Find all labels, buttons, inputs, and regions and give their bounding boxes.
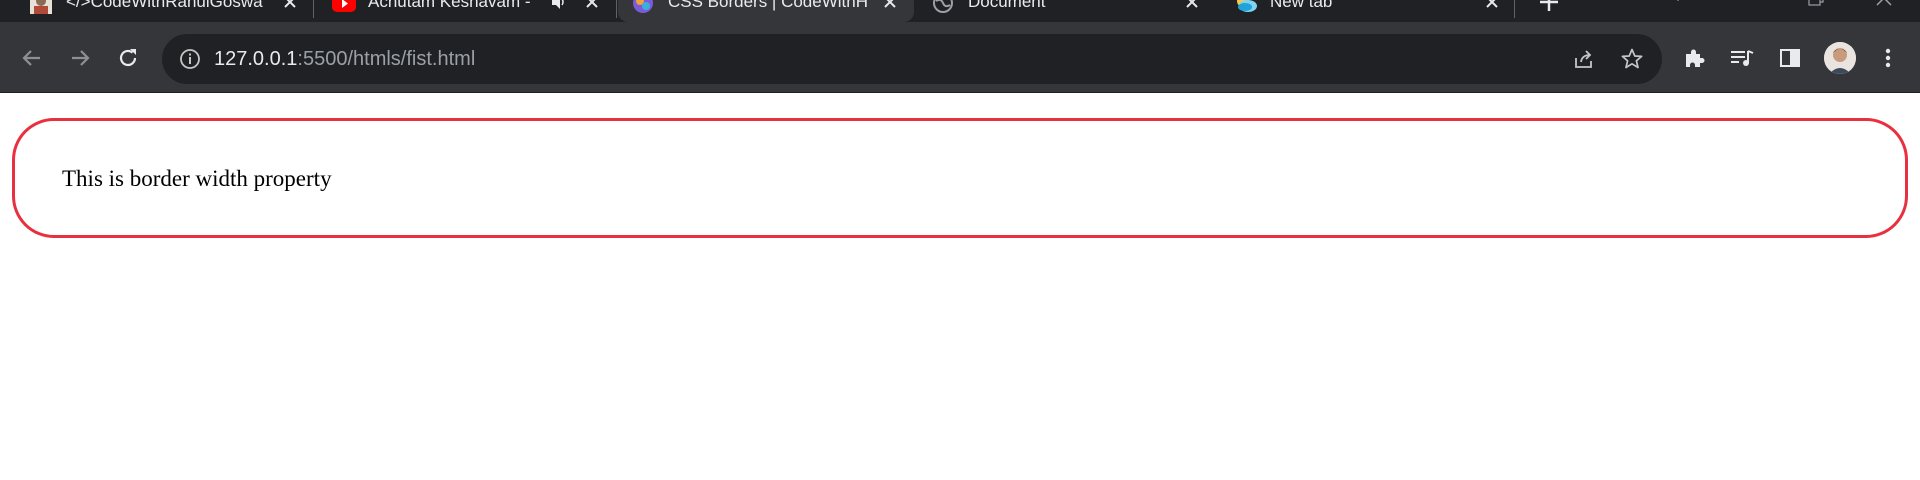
media-control-icon[interactable] <box>1728 44 1756 72</box>
side-panel-icon[interactable] <box>1776 44 1804 72</box>
speaker-icon[interactable] <box>551 0 567 10</box>
profile-avatar[interactable] <box>1824 42 1856 74</box>
tab-strip: </>CodeWithRahulGoswa Achutam Keshavam -… <box>0 0 1920 22</box>
close-tab-icon[interactable] <box>1182 0 1202 12</box>
tab-separator <box>1514 0 1515 18</box>
profile-photo-icon <box>30 0 52 14</box>
tab-search-icon[interactable] <box>1668 0 1688 8</box>
browser-toolbar: 127.0.0.1:5500/htmls/fist.html <box>0 22 1920 93</box>
url-host: 127.0.0.1 <box>214 48 298 70</box>
tab-title: Document <box>968 0 1046 11</box>
tab-document[interactable]: Document <box>914 0 1220 22</box>
edge-weather-icon <box>1234 0 1257 14</box>
bookmark-star-icon[interactable] <box>1618 45 1646 73</box>
close-tab-icon[interactable] <box>1482 0 1502 12</box>
tab-css-borders[interactable]: CSS Borders | CodeWithH <box>618 0 914 22</box>
tab-achutam-keshavam[interactable]: Achutam Keshavam - <box>306 0 616 22</box>
restore-window-icon[interactable] <box>1806 0 1826 8</box>
close-tab-icon[interactable] <box>582 0 602 12</box>
bordered-box: This is border width property <box>12 118 1908 238</box>
codewithharry-icon <box>632 0 654 14</box>
globe-icon <box>932 0 954 14</box>
url-path: :5500/htmls/fist.html <box>297 48 476 70</box>
address-bar[interactable]: 127.0.0.1:5500/htmls/fist.html <box>162 34 1662 84</box>
tab-title: CSS Borders | CodeWithH <box>668 0 868 11</box>
tab-title: </>CodeWithRahulGoswa <box>66 0 263 11</box>
new-tab-icon[interactable] <box>1537 0 1561 14</box>
forward-icon[interactable] <box>66 44 94 72</box>
close-window-icon[interactable] <box>1874 0 1894 8</box>
tab-new-tab[interactable]: New tab <box>1218 0 1518 22</box>
back-icon[interactable] <box>18 44 46 72</box>
close-tab-icon[interactable] <box>280 0 300 12</box>
youtube-icon <box>332 0 356 14</box>
share-icon[interactable] <box>1570 45 1598 73</box>
site-info-icon[interactable] <box>178 47 202 71</box>
reload-icon[interactable] <box>114 44 142 72</box>
tab-separator <box>616 0 617 18</box>
tab-codewithrahulgoswami[interactable]: </>CodeWithRahulGoswa <box>0 0 310 22</box>
url-text[interactable]: 127.0.0.1:5500/htmls/fist.html <box>214 34 475 84</box>
border-demo-text: This is border width property <box>62 166 332 191</box>
more-menu-icon[interactable] <box>1874 44 1902 72</box>
extensions-icon[interactable] <box>1680 44 1708 72</box>
close-tab-icon[interactable] <box>880 0 900 12</box>
tab-title: Achutam Keshavam - <box>368 0 531 11</box>
tab-title: New tab <box>1270 0 1333 11</box>
